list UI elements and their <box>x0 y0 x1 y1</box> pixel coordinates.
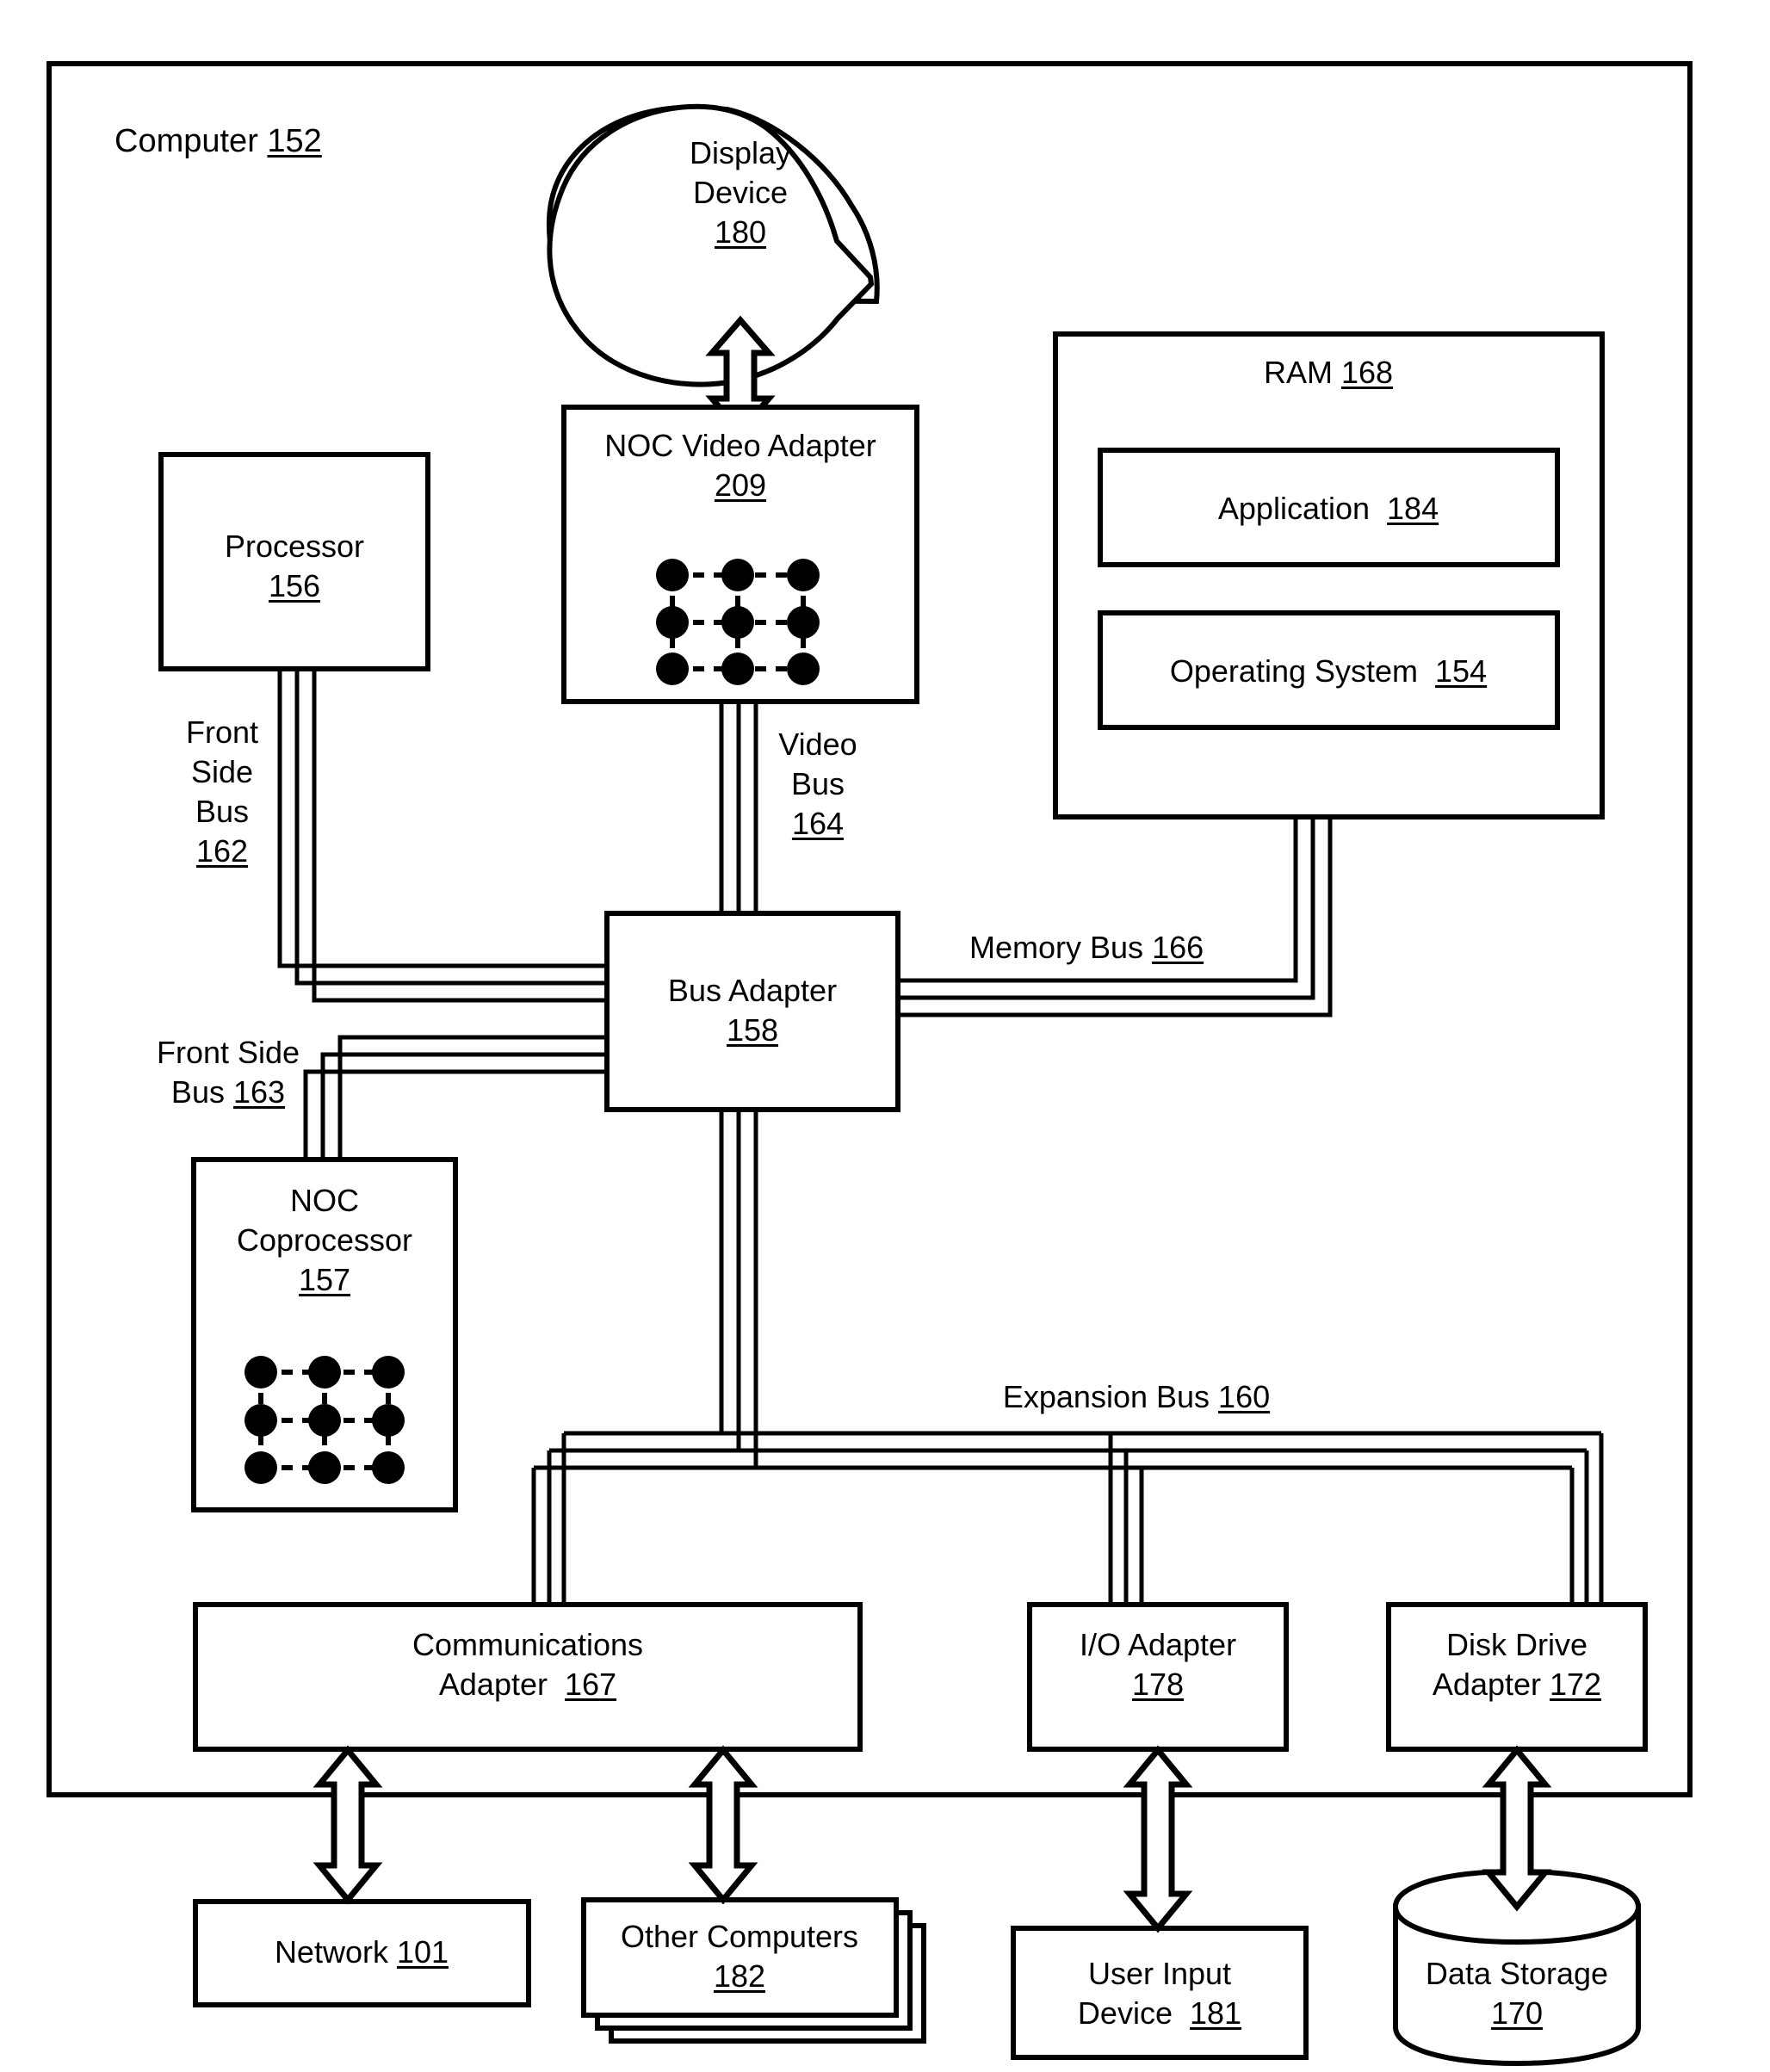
comm-to-network-arrow <box>313 1745 383 1905</box>
network-label: Network 101 <box>274 1934 449 1970</box>
communications-adapter-label: Communications Adapter 167 <box>412 1627 644 1703</box>
noc-video-adapter-label: NOC Video Adapter 209 <box>604 428 876 504</box>
display-device-label: Display Device 180 <box>689 135 792 250</box>
disk-drive-adapter-label: Disk Drive Adapter 172 <box>1432 1627 1602 1703</box>
user-input-device-label: User Input Device 181 <box>1077 1956 1242 2032</box>
ram-box <box>1053 331 1605 820</box>
video-bus-164-label: Video Bus 164 <box>778 727 857 842</box>
expansion-bus-160-label: Expansion Bus 160 <box>1002 1379 1271 1414</box>
bus-adapter-label: Bus Adapter 158 <box>667 973 838 1048</box>
data-storage-label: Data Storage 170 <box>1425 1956 1609 2032</box>
other-computers-label: Other Computers 182 <box>620 1919 859 1995</box>
front-side-bus-162-label: Front Side Bus 162 <box>185 714 259 869</box>
noc-coprocessor-mesh <box>244 1356 405 1484</box>
io-adapter-label: I/O Adapter 178 <box>1079 1627 1237 1703</box>
io-to-user-input-arrow <box>1123 1745 1193 1933</box>
ram-label: RAM 168 <box>1263 355 1394 390</box>
patent-figure-canvas: Computer 152 Display Device 180 NOC Vide… <box>0 0 1770 2072</box>
application-label: Application 184 <box>1217 491 1439 526</box>
processor-label: Processor 156 <box>224 529 365 604</box>
disk-to-storage-arrow <box>1482 1745 1552 1912</box>
noc-coprocessor-label: NOC Coprocessor 157 <box>236 1183 413 1298</box>
front-side-bus-163-label: Front Side Bus 163 <box>156 1035 300 1110</box>
operating-system-label: Operating System 154 <box>1169 653 1488 689</box>
memory-bus-166-label: Memory Bus 166 <box>969 930 1204 965</box>
comm-to-other-computers-arrow <box>688 1745 758 1905</box>
noc-video-adapter-mesh <box>656 559 820 685</box>
computer-enclosure-title: Computer 152 <box>114 123 322 159</box>
